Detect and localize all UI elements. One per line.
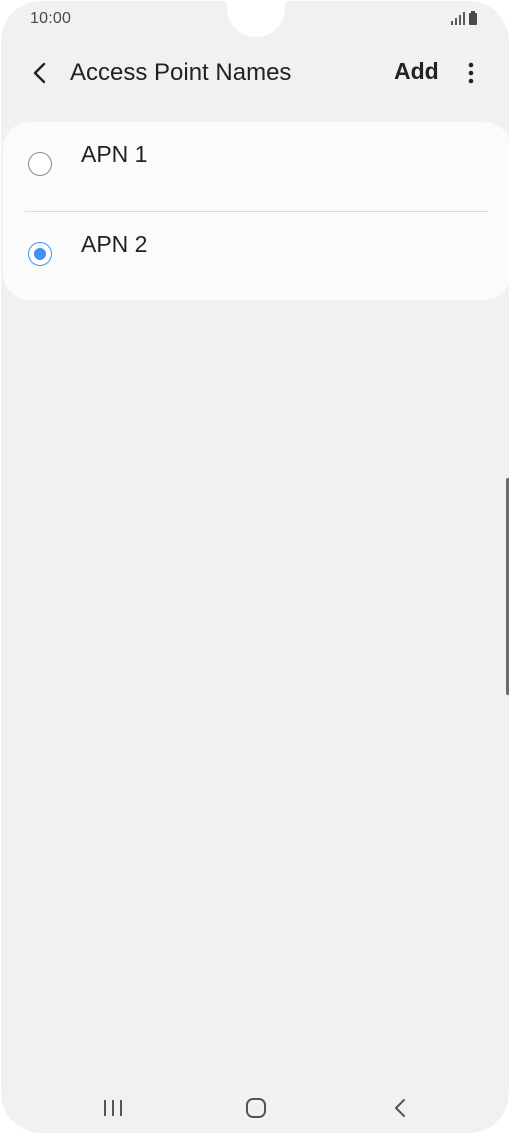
add-button[interactable]: Add (394, 58, 439, 85)
apn-label: APN 2 (81, 231, 148, 257)
apn-label: APN 1 (81, 141, 148, 167)
home-button[interactable] (242, 1096, 270, 1120)
more-vertical-icon (468, 62, 474, 84)
status-icons (450, 10, 482, 28)
back-button[interactable] (26, 59, 54, 87)
scroll-indicator[interactable] (506, 478, 509, 695)
battery-icon (469, 11, 477, 25)
chevron-left-icon (33, 62, 46, 84)
camera-notch (227, 1, 285, 37)
nav-back-button[interactable] (387, 1094, 413, 1122)
app-header: Access Point Names Add (1, 49, 509, 97)
more-options-button[interactable] (461, 59, 481, 87)
apn-radio-button[interactable] (28, 152, 52, 176)
apn-list-item[interactable]: APN 2 (3, 212, 509, 300)
signal-icon (451, 12, 465, 25)
apn-list: APN 1 APN 2 (3, 122, 509, 300)
home-icon (246, 1098, 266, 1118)
navigation-bar (1, 1081, 509, 1133)
apn-list-item[interactable]: APN 1 (3, 122, 509, 210)
phone-screen: 10:00 Access Point Names Add APN 1 APN 2 (1, 1, 509, 1133)
apn-radio-button-selected[interactable] (28, 242, 52, 266)
page-title: Access Point Names (70, 59, 292, 86)
status-time: 10:00 (30, 10, 72, 27)
recents-button[interactable] (100, 1097, 126, 1119)
back-icon (395, 1099, 405, 1117)
recents-icon (104, 1100, 122, 1116)
